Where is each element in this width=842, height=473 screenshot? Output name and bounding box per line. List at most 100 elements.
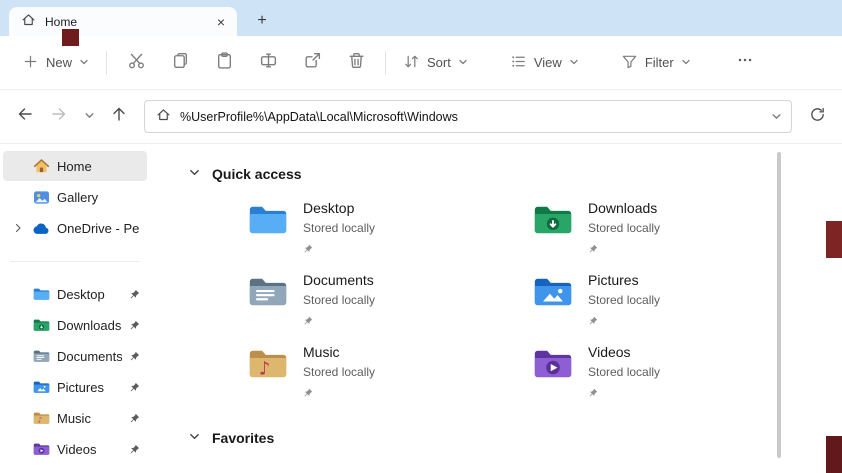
file-explorer-window: Home × + New xyxy=(0,0,842,473)
close-tab-icon[interactable]: × xyxy=(211,12,231,32)
sidebar-item-label: Downloads xyxy=(57,318,122,333)
toolbar-divider xyxy=(385,51,386,75)
rename-icon xyxy=(259,51,278,75)
tab-home[interactable]: Home × xyxy=(9,7,237,36)
screen-artifact xyxy=(62,29,79,46)
folder-tile-videos[interactable]: Videos Stored locally xyxy=(533,344,818,400)
pin-icon xyxy=(303,313,313,331)
refresh-button[interactable] xyxy=(802,102,832,132)
recent-locations-button[interactable] xyxy=(78,102,100,132)
sidebar-item-videos[interactable]: Videos xyxy=(3,434,147,464)
back-button[interactable] xyxy=(10,102,40,132)
refresh-icon xyxy=(809,106,826,128)
onedrive-cloud-icon xyxy=(32,222,50,235)
view-button[interactable]: View xyxy=(500,45,589,81)
share-button[interactable] xyxy=(290,44,334,82)
command-bar: New xyxy=(0,36,842,90)
home-icon xyxy=(21,12,36,32)
sidebar-item-downloads[interactable]: Downloads xyxy=(3,310,147,340)
folder-status: Stored locally xyxy=(588,221,660,235)
address-input[interactable] xyxy=(180,110,754,124)
folder-status: Stored locally xyxy=(588,365,660,379)
desktop-folder-icon xyxy=(248,203,288,241)
filter-button[interactable]: Filter xyxy=(611,45,701,81)
address-dropdown-button[interactable] xyxy=(763,103,789,130)
sidebar-item-label: OneDrive - Pers xyxy=(57,221,140,236)
folder-tile-music[interactable]: ♪ Music Stored locally xyxy=(248,344,533,400)
folder-tile-desktop[interactable]: Desktop Stored locally xyxy=(248,200,533,256)
sidebar-item-label: Home xyxy=(57,159,140,174)
pin-icon xyxy=(588,313,598,331)
section-favorites[interactable]: Favorites xyxy=(188,430,842,446)
filter-icon xyxy=(621,53,638,73)
more-options-button[interactable] xyxy=(723,44,767,82)
folder-name: Pictures xyxy=(588,272,660,289)
new-button[interactable]: New xyxy=(12,45,99,81)
documents-folder-icon xyxy=(248,275,288,313)
videos-folder-icon xyxy=(533,347,573,385)
items-view: Quick access Desktop Stored locally xyxy=(150,144,842,473)
chevron-down-icon xyxy=(84,108,95,126)
sidebar-item-home[interactable]: Home xyxy=(3,151,147,181)
sort-button[interactable]: Sort xyxy=(393,45,478,81)
section-quick-access[interactable]: Quick access xyxy=(188,166,842,182)
music-folder-icon: ♪ xyxy=(32,411,50,425)
rename-button[interactable] xyxy=(246,44,290,82)
documents-folder-icon xyxy=(32,349,50,363)
clipboard-icon xyxy=(215,51,234,75)
sidebar-item-label: Gallery xyxy=(57,190,140,205)
address-bar[interactable] xyxy=(144,100,792,133)
home-location-icon xyxy=(156,107,171,127)
sidebar-item-pictures[interactable]: Pictures xyxy=(3,372,147,402)
plus-icon xyxy=(22,53,39,73)
copy-button[interactable] xyxy=(158,44,202,82)
sort-button-label: Sort xyxy=(427,55,451,70)
sidebar-item-label: Pictures xyxy=(57,380,122,395)
folder-name: Music xyxy=(303,344,375,361)
chevron-down-icon xyxy=(188,430,201,446)
screen-artifact xyxy=(826,436,842,473)
folder-status: Stored locally xyxy=(303,293,375,307)
pin-icon xyxy=(129,382,140,393)
title-bar: Home × + xyxy=(0,0,842,36)
expand-chevron-icon[interactable] xyxy=(11,223,25,233)
sidebar-divider xyxy=(0,244,150,278)
navigation-bar xyxy=(0,90,842,144)
navigation-pane: Home Gallery OneDrive - Pers xyxy=(0,144,150,473)
more-icon xyxy=(737,52,753,73)
folder-tile-pictures[interactable]: Pictures Stored locally xyxy=(533,272,818,328)
view-button-label: View xyxy=(534,55,562,70)
forward-button[interactable] xyxy=(44,102,74,132)
pictures-folder-icon xyxy=(32,380,50,394)
new-tab-button[interactable]: + xyxy=(249,9,275,33)
desktop-folder-icon xyxy=(32,287,50,301)
tab-title: Home xyxy=(45,15,202,29)
sidebar-item-documents[interactable]: Documents xyxy=(3,341,147,371)
pin-icon xyxy=(129,289,140,300)
sidebar-item-onedrive[interactable]: OneDrive - Pers xyxy=(3,213,147,243)
section-label: Quick access xyxy=(212,166,302,182)
section-label: Favorites xyxy=(212,430,274,446)
view-icon xyxy=(510,53,527,73)
delete-button[interactable] xyxy=(334,44,378,82)
folder-tile-downloads[interactable]: Downloads Stored locally xyxy=(533,200,818,256)
home-house-icon xyxy=(32,158,50,174)
cut-button[interactable] xyxy=(114,44,158,82)
svg-text:♪: ♪ xyxy=(259,358,271,379)
chevron-down-icon xyxy=(569,55,579,70)
sidebar-item-music[interactable]: ♪ Music xyxy=(3,403,147,433)
downloads-folder-icon xyxy=(32,318,50,332)
folder-name: Documents xyxy=(303,272,375,289)
filter-button-label: Filter xyxy=(645,55,674,70)
pin-icon xyxy=(129,351,140,362)
vertical-scrollbar[interactable] xyxy=(777,152,781,458)
chevron-down-icon xyxy=(188,166,201,182)
sidebar-item-gallery[interactable]: Gallery xyxy=(3,182,147,212)
folder-tile-documents[interactable]: Documents Stored locally xyxy=(248,272,533,328)
downloads-folder-icon xyxy=(533,203,573,241)
sidebar-item-label: Desktop xyxy=(57,287,122,302)
sidebar-item-desktop[interactable]: Desktop xyxy=(3,279,147,309)
toolbar-divider xyxy=(106,51,107,75)
up-button[interactable] xyxy=(104,102,134,132)
paste-button[interactable] xyxy=(202,44,246,82)
